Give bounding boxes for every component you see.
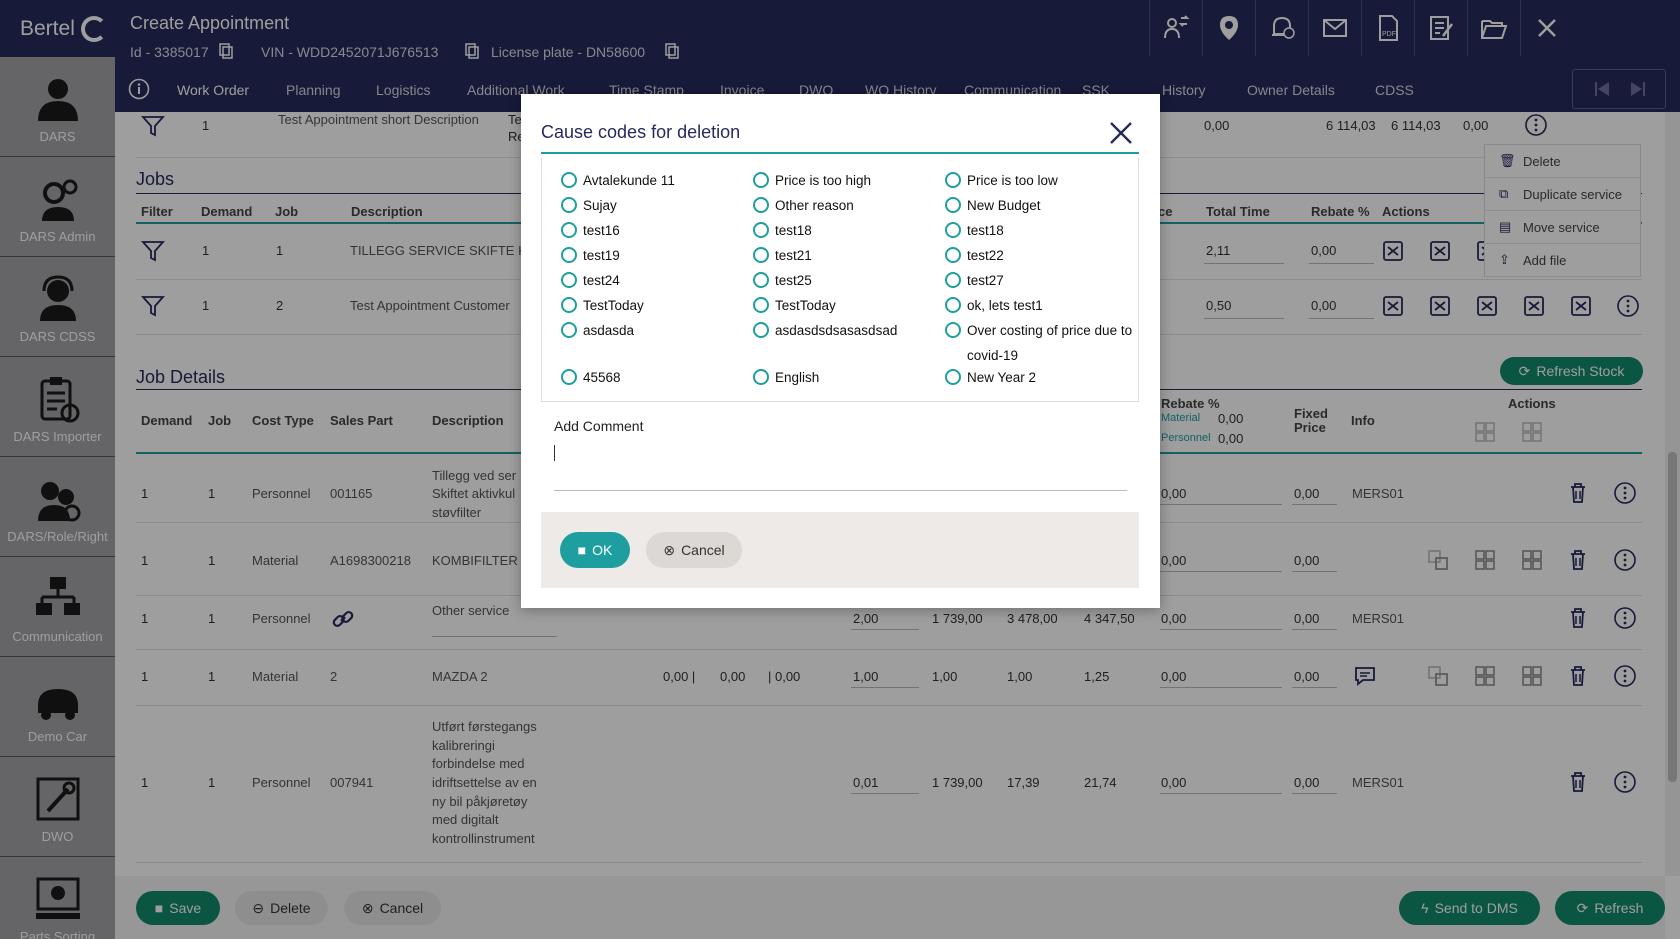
radio-button[interactable] [945,197,961,213]
cause-code-label: Avtalekunde 11 [583,173,675,188]
cause-code-label: test25 [775,273,812,288]
add-comment-label: Add Comment [554,418,644,434]
cause-code-option[interactable]: Sujay [561,193,741,218]
cause-code-option[interactable]: test16 [561,218,741,243]
cause-code-option[interactable]: asdasda [561,318,741,343]
radio-button[interactable] [753,322,769,338]
cause-code-option[interactable]: Price is too low [945,168,1125,193]
radio-button[interactable] [753,369,769,385]
text-cursor [554,445,555,461]
close-icon[interactable] [1108,120,1134,146]
dialog-footer: ■ OK ⊗ Cancel [541,512,1139,588]
radio-button[interactable] [753,172,769,188]
save-icon: ■ [577,542,587,558]
radio-button[interactable] [561,272,577,288]
cause-code-label: test24 [583,273,620,288]
radio-button[interactable] [753,247,769,263]
cause-code-label: test27 [967,273,1004,288]
title-divider [541,152,1139,154]
cause-code-label: test21 [775,248,812,263]
cause-code-label: ok, lets test1 [967,298,1043,313]
cause-code-label: asdasda [583,323,635,338]
cause-code-label: TestToday [583,298,644,313]
cause-code-option[interactable]: test21 [753,243,933,268]
cause-code-option[interactable]: test24 [561,268,741,293]
radio-button[interactable] [945,297,961,313]
cause-code-option[interactable]: New Year 2 [945,365,1125,390]
cause-code-option[interactable]: test18 [753,218,933,243]
radio-button[interactable] [561,247,577,263]
radio-button[interactable] [945,222,961,238]
cause-code-label: Over costing of price due to covid-19 [967,323,1133,363]
cause-code-label: test18 [967,223,1004,238]
radio-button[interactable] [945,272,961,288]
cause-code-option[interactable]: test22 [945,243,1125,268]
cause-code-option[interactable]: English [753,365,933,390]
cause-code-option[interactable]: TestToday [753,293,933,318]
cause-code-option[interactable]: ok, lets test1 [945,293,1125,318]
cause-code-label: Other reason [775,198,854,213]
radio-button[interactable] [753,297,769,313]
ok-button[interactable]: ■ OK [560,532,630,568]
cause-code-option[interactable]: Other reason [753,193,933,218]
cause-code-label: test16 [583,223,620,238]
radio-button[interactable] [753,197,769,213]
radio-button[interactable] [945,322,961,338]
cause-code-option[interactable]: TestToday [561,293,741,318]
radio-button[interactable] [753,222,769,238]
radio-button[interactable] [945,247,961,263]
cause-code-option[interactable]: test27 [945,268,1125,293]
radio-button[interactable] [561,222,577,238]
cause-code-label: Price is too low [967,173,1058,188]
cause-code-option[interactable]: test18 [945,218,1125,243]
cause-code-label: asdasdsdsasasdsad [775,323,898,338]
radio-button[interactable] [945,172,961,188]
cause-code-option[interactable]: New Budget [945,193,1125,218]
cause-code-label: test22 [967,248,1004,263]
dialog-cancel-button[interactable]: ⊗ Cancel [646,532,742,568]
comment-input[interactable] [554,437,1127,491]
cause-code-option[interactable]: Price is too high [753,168,933,193]
cause-code-label: 45568 [583,370,621,385]
cause-code-option[interactable]: Avtalekunde 11 [561,168,741,193]
cause-code-label: Price is too high [775,173,872,188]
cause-code-option[interactable]: test19 [561,243,741,268]
radio-button[interactable] [561,197,577,213]
radio-button[interactable] [945,369,961,385]
cause-code-option[interactable]: Over costing of price due to covid-19 [945,318,1135,368]
radio-button[interactable] [561,322,577,338]
dialog-cancel-label: Cancel [681,542,725,558]
dialog-title: Cause codes for deletion [541,122,741,142]
cause-code-option[interactable]: 45568 [561,365,741,390]
cause-code-label: test18 [775,223,812,238]
radio-button[interactable] [753,272,769,288]
radio-button[interactable] [561,297,577,313]
x-circle-icon: ⊗ [663,541,676,558]
cause-code-label: New Budget [967,198,1041,213]
ok-label: OK [592,542,613,558]
cause-code-label: English [775,370,820,385]
cause-code-option[interactable]: asdasdsdsasasdsad [753,318,933,343]
cause-code-label: Sujay [583,198,617,213]
cause-code-label: New Year 2 [967,370,1037,385]
cause-code-label: TestToday [775,298,836,313]
cause-code-option[interactable]: test25 [753,268,933,293]
cause-code-options: Avtalekunde 11 Price is too high Price is … [541,158,1139,402]
radio-button[interactable] [561,369,577,385]
cause-code-label: test19 [583,248,620,263]
cause-codes-dialog: Cause codes for deletion Avtalekunde 11 P… [521,94,1160,608]
radio-button[interactable] [561,172,577,188]
